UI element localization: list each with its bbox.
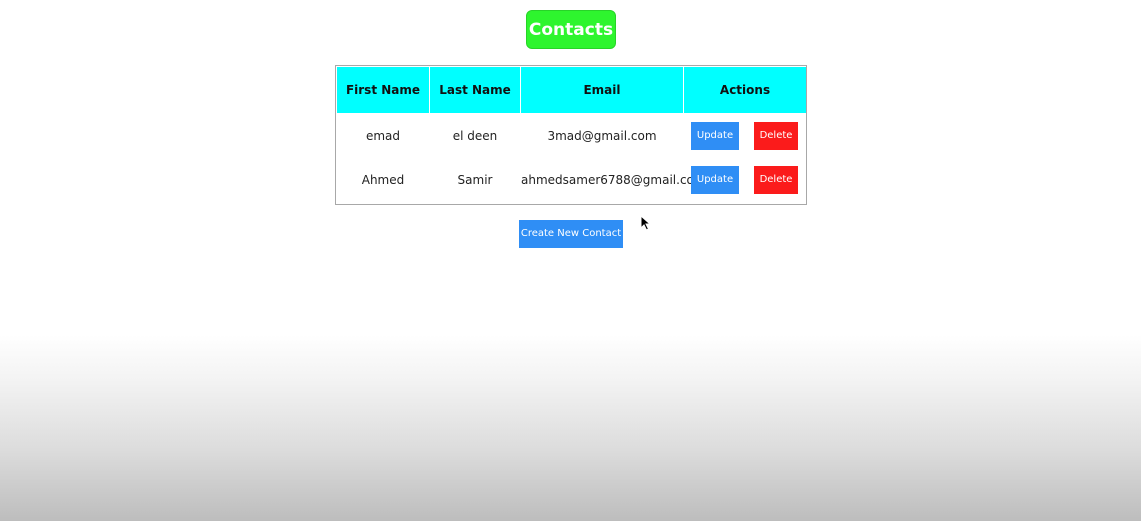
create-new-contact-button[interactable]: Create New Contact bbox=[519, 220, 623, 248]
update-button[interactable]: Update bbox=[691, 166, 739, 194]
cell-email: ahmedsamer6788@gmail.com bbox=[521, 172, 706, 187]
header-actions: Actions bbox=[684, 67, 806, 113]
cell-last-name: Samir bbox=[457, 172, 493, 187]
mouse-pointer-icon bbox=[640, 215, 652, 231]
cell-actions: Update Delete bbox=[684, 114, 806, 157]
contacts-table-container: First Name Last Name Email Actions emad … bbox=[335, 65, 807, 205]
update-button[interactable]: Update bbox=[691, 122, 739, 150]
header-last-name: Last Name bbox=[430, 67, 520, 113]
cell-first-name: emad bbox=[365, 128, 401, 143]
table-row: Ahmed Samir ahmedsamer6788@gmail.com Upd… bbox=[337, 158, 806, 201]
cell-first-name: Ahmed bbox=[361, 172, 405, 187]
delete-button[interactable]: Delete bbox=[754, 122, 798, 150]
header-first-name: First Name bbox=[337, 67, 429, 113]
header-email: Email bbox=[521, 67, 683, 113]
cell-email: 3mad@gmail.com bbox=[547, 128, 657, 143]
table-header-row: First Name Last Name Email Actions bbox=[337, 67, 806, 113]
cell-actions: Update Delete bbox=[684, 158, 806, 201]
page-title: Contacts bbox=[526, 10, 616, 49]
delete-button[interactable]: Delete bbox=[754, 166, 798, 194]
table-row: emad el deen 3mad@gmail.com Update Delet… bbox=[337, 114, 806, 157]
contacts-table: First Name Last Name Email Actions emad … bbox=[336, 66, 807, 202]
cell-last-name: el deen bbox=[452, 128, 498, 143]
